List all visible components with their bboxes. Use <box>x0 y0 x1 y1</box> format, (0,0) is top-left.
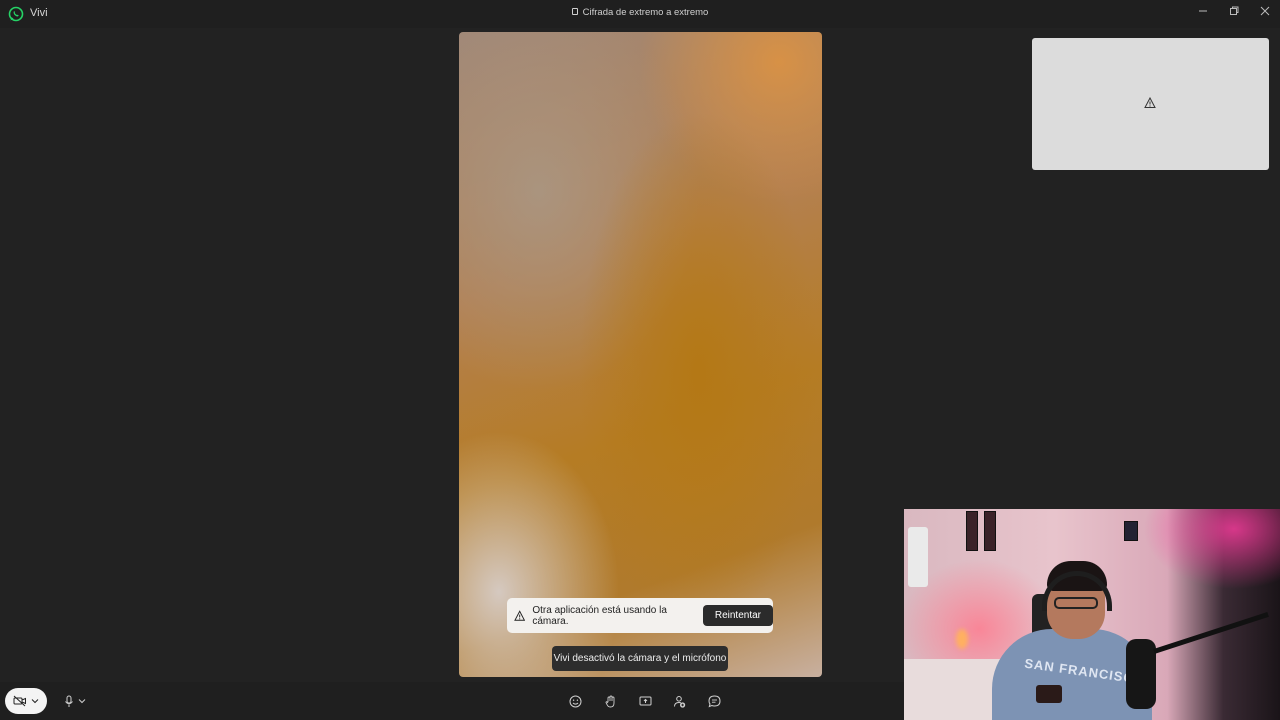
retry-button[interactable]: Reintentar <box>702 605 773 626</box>
presenter-webcam-overlay: SAN FRANCISCO <box>904 509 1280 720</box>
encryption-text: Cifrada de extremo a extremo <box>582 7 709 18</box>
studio-microphone <box>1126 639 1156 709</box>
chat-button[interactable] <box>705 692 723 710</box>
lock-icon <box>571 8 578 15</box>
raise-hand-button[interactable] <box>601 692 619 710</box>
emoji-icon <box>569 695 581 707</box>
chat-icon <box>707 694 721 707</box>
chevron-down-icon[interactable] <box>78 698 86 704</box>
wall-speaker <box>908 527 928 587</box>
chevron-down-icon[interactable] <box>31 698 39 704</box>
camera-error-banner: Otra aplicación está usando la cámara. R… <box>507 598 773 633</box>
warning-icon <box>1144 97 1156 108</box>
wall-frame <box>984 511 996 551</box>
wall-frame <box>966 511 978 551</box>
add-participant-icon <box>673 695 685 708</box>
close-button[interactable] <box>1249 0 1280 22</box>
self-preview-tile[interactable] <box>1032 38 1269 170</box>
camera-toggle-button[interactable] <box>5 688 47 714</box>
microphone-toggle-button[interactable] <box>55 688 95 714</box>
remote-video <box>459 32 822 677</box>
status-toast: Vivi desactivó la cámara y el micrófono <box>552 646 728 671</box>
minimize-icon <box>1199 10 1207 12</box>
add-participant-button[interactable] <box>670 692 688 710</box>
warning-icon <box>514 609 526 621</box>
restore-icon <box>1230 6 1239 15</box>
share-screen-button[interactable] <box>636 692 654 710</box>
minimize-button[interactable] <box>1187 0 1219 22</box>
encryption-label: Cifrada de extremo a extremo <box>0 7 1280 18</box>
emoji-button[interactable] <box>566 692 584 710</box>
restore-button[interactable] <box>1218 0 1250 22</box>
raise-hand-icon <box>605 695 614 707</box>
microphone-icon <box>65 695 73 707</box>
title-bar: Vivi Cifrada de extremo a extremo <box>0 0 1280 28</box>
camera-error-message: Otra aplicación está usando la cámara. <box>532 604 667 627</box>
presenter-phone <box>1036 685 1062 703</box>
mic-arm <box>1153 612 1269 654</box>
share-screen-icon <box>639 696 651 705</box>
camera-off-icon <box>13 695 26 707</box>
close-icon <box>1260 6 1270 16</box>
lamp-glow <box>956 629 968 649</box>
wall-frame <box>1124 521 1138 541</box>
